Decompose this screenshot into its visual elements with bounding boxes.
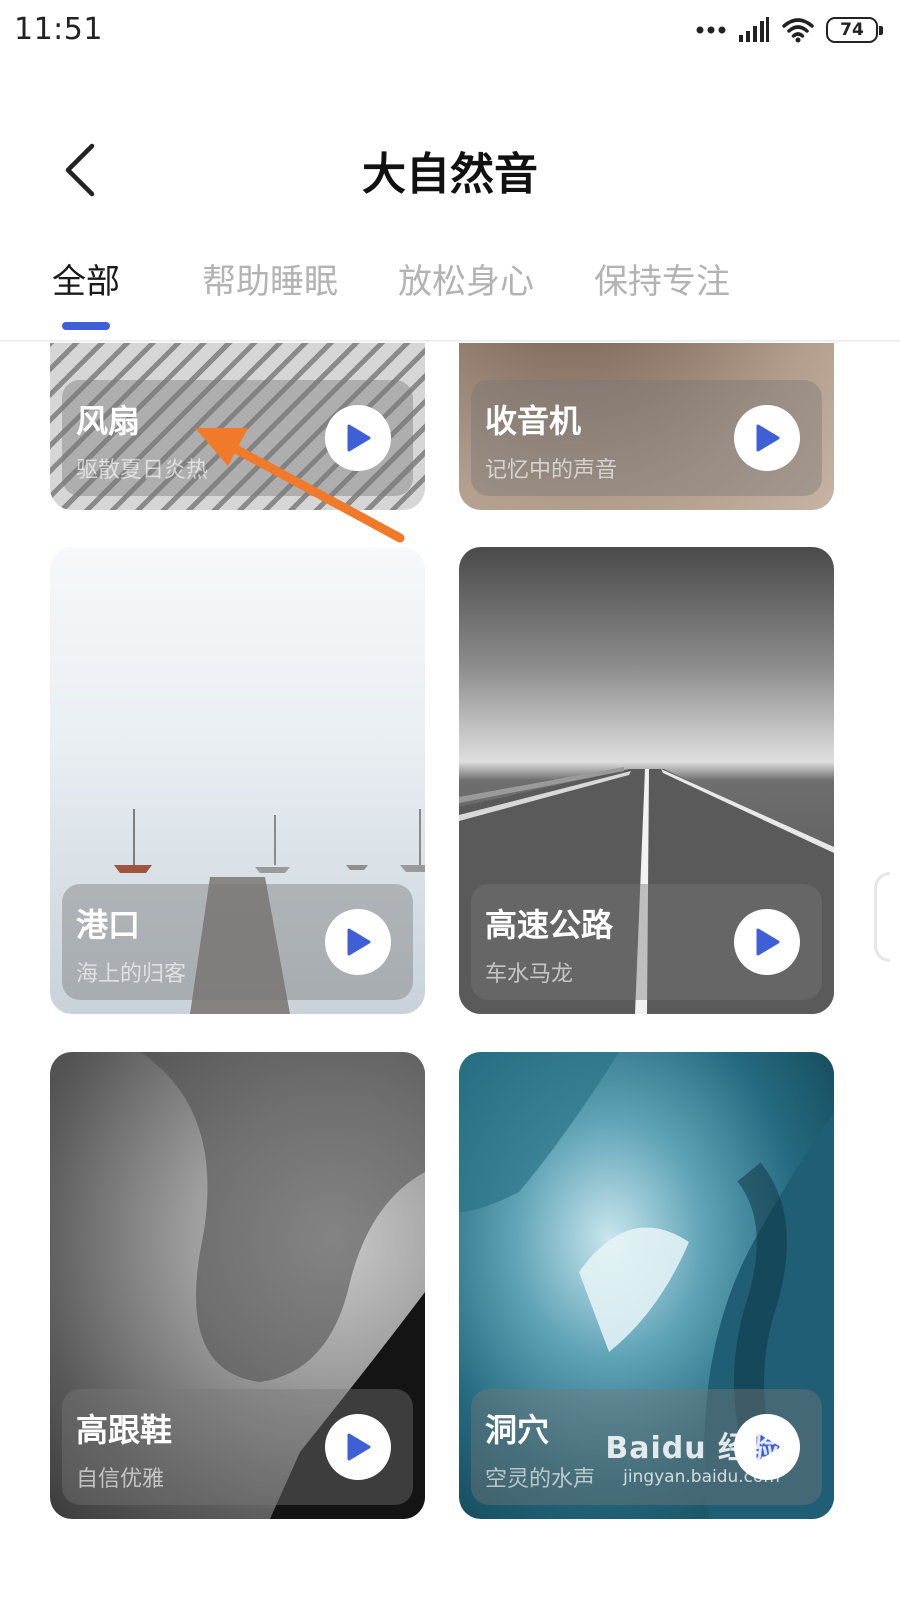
sound-card-highway[interactable]: 高速公路 车水马龙 — [459, 547, 834, 1014]
sound-grid: 风扇 驱散夏日炎热 收音机 记忆中的声音 港口 海上的归客 高速公路 车水马龙 … — [0, 343, 900, 1600]
watermark: Baidu 经验 jingyan.baidu.com — [600, 1423, 780, 1503]
card-subtitle: 海上的归客 — [76, 962, 187, 987]
sound-card-radio[interactable]: 收音机 记忆中的声音 — [459, 343, 834, 510]
sound-card-heels[interactable]: 高跟鞋 自信优雅 — [50, 1052, 425, 1519]
play-button[interactable] — [325, 405, 391, 471]
status-time: 11:51 — [14, 12, 103, 47]
card-info: 风扇 驱散夏日炎热 — [62, 380, 413, 496]
status-icons: 74 — [696, 14, 883, 46]
card-title: 洞穴 — [485, 1411, 550, 1449]
tab-sleep[interactable]: 帮助睡眠 — [202, 254, 338, 303]
play-button[interactable] — [734, 909, 800, 975]
card-subtitle: 自信优雅 — [76, 1467, 165, 1492]
card-title: 收音机 — [485, 402, 582, 440]
watermark-logo: Baidu 经验 — [605, 1431, 780, 1466]
sound-card-harbor[interactable]: 港口 海上的归客 — [50, 547, 425, 1014]
battery-icon: 74 — [826, 17, 883, 43]
card-info: 高跟鞋 自信优雅 — [62, 1389, 413, 1505]
more-dots-icon — [696, 26, 726, 34]
tab-relax[interactable]: 放松身心 — [398, 254, 534, 303]
card-info: 收音机 记忆中的声音 — [471, 380, 822, 496]
card-title: 高速公路 — [485, 906, 614, 944]
card-subtitle: 驱散夏日炎热 — [76, 458, 209, 483]
card-title: 高跟鞋 — [76, 1411, 173, 1449]
card-subtitle: 空灵的水声 — [485, 1467, 596, 1492]
status-bar: 11:51 74 — [0, 0, 900, 64]
play-icon — [347, 1433, 371, 1461]
tab-focus[interactable]: 保持专注 — [594, 254, 730, 303]
cellular-signal-icon — [739, 17, 769, 42]
tab-all[interactable]: 全部 — [52, 254, 120, 303]
sound-card-fan[interactable]: 风扇 驱散夏日炎热 — [50, 343, 425, 510]
play-icon — [347, 928, 371, 956]
play-button[interactable] — [734, 405, 800, 471]
tab-bar: 全部 帮助睡眠 放松身心 保持专注 — [0, 240, 900, 340]
play-icon — [347, 424, 371, 452]
page-title: 大自然音 — [362, 149, 538, 200]
card-subtitle: 车水马龙 — [485, 962, 574, 987]
card-title: 港口 — [76, 906, 141, 944]
side-handle[interactable] — [874, 872, 890, 962]
play-button[interactable] — [325, 909, 391, 975]
wifi-icon — [782, 18, 814, 43]
battery-level: 74 — [840, 20, 864, 40]
card-title: 风扇 — [76, 402, 141, 440]
sound-card-cave[interactable]: 洞穴 空灵的水声 Baidu 经验 jingyan.baidu.com — [459, 1052, 834, 1519]
card-subtitle: 记忆中的声音 — [485, 458, 618, 483]
play-icon — [756, 928, 780, 956]
card-info: 港口 海上的归客 — [62, 884, 413, 1000]
watermark-url: jingyan.baidu.com — [623, 1467, 780, 1487]
card-info: 高速公路 车水马龙 — [471, 884, 822, 1000]
play-icon — [756, 424, 780, 452]
header: 大自然音 — [0, 110, 900, 230]
tab-indicator — [62, 322, 110, 330]
play-button[interactable] — [325, 1414, 391, 1480]
